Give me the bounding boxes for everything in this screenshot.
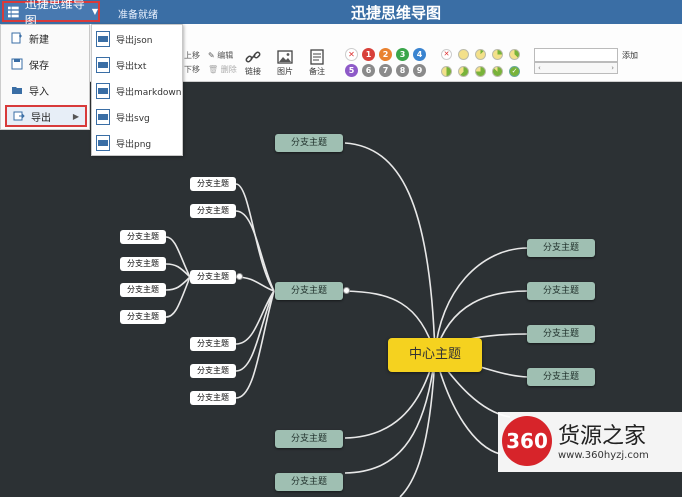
branch-topic[interactable]: 分支主题 xyxy=(527,368,595,386)
file-menu: 新建 保存 导入 导出 ▶ xyxy=(0,24,90,130)
branch-topic[interactable]: 分支主题 xyxy=(275,430,343,448)
trash-icon: 🗑 xyxy=(208,65,219,74)
sub-topic[interactable]: 分支主题 xyxy=(120,230,166,244)
progress-4-icon[interactable] xyxy=(441,66,452,77)
branch-topic[interactable]: 分支主题 xyxy=(527,282,595,300)
export-txt-item[interactable]: 导出txt xyxy=(96,54,182,76)
collapse-toggle[interactable] xyxy=(236,273,243,280)
scroll-left-icon[interactable]: ‹ xyxy=(538,64,541,72)
watermark: 360 货源之家 www.360hyzj.com xyxy=(498,412,682,472)
export-icon xyxy=(13,111,25,121)
export-markdown-item[interactable]: 导出markdown xyxy=(96,80,182,102)
priority-4-icon[interactable]: 4 xyxy=(413,48,426,61)
file-icon xyxy=(96,109,110,125)
sub-topic[interactable]: 分支主题 xyxy=(190,337,236,351)
sub-topic[interactable]: 分支主题 xyxy=(190,364,236,378)
menu-item-label: 新建 xyxy=(29,34,49,46)
progress-1-icon[interactable] xyxy=(475,49,486,60)
export-item-label: 导出png xyxy=(116,139,152,150)
edit-icon: ✎ xyxy=(208,51,215,60)
menu-item-new[interactable]: 新建 xyxy=(5,27,87,49)
watermark-url: www.360hyzj.com xyxy=(558,450,649,461)
image-label: 图片 xyxy=(277,67,293,76)
title-bar: 迅捷思维导图 ▼ 准备就绪 迅捷思维导图 xyxy=(0,0,682,28)
new-file-icon xyxy=(11,32,22,44)
link-label: 链接 xyxy=(245,67,261,76)
chevron-right-icon: ▶ xyxy=(72,111,79,121)
progress-clear-icon[interactable]: ✕ xyxy=(441,49,452,60)
priority-2-icon[interactable]: 2 xyxy=(379,48,392,61)
progress-done-icon[interactable]: ✓ xyxy=(509,66,520,77)
collapse-toggle[interactable] xyxy=(343,287,350,294)
menu-item-label: 导入 xyxy=(29,86,49,98)
priority-1-icon[interactable]: 1 xyxy=(362,48,375,61)
sub-topic[interactable]: 分支主题 xyxy=(190,391,236,405)
note-icon xyxy=(310,49,324,65)
watermark-name: 货源之家 xyxy=(558,424,647,449)
menu-item-import[interactable]: 导入 xyxy=(5,79,87,101)
progress-6-icon[interactable] xyxy=(475,66,486,77)
export-item-label: 导出json xyxy=(116,35,153,46)
priority-8-icon[interactable]: 8 xyxy=(396,64,409,77)
sub-topic[interactable]: 分支主题 xyxy=(190,177,236,191)
export-json-item[interactable]: 导出json xyxy=(96,28,182,50)
center-topic[interactable]: 中心主题 xyxy=(388,338,482,372)
priority-6-icon[interactable]: 6 xyxy=(362,64,375,77)
export-submenu: 导出json 导出txt 导出markdown 导出svg 导出png xyxy=(91,24,183,156)
watermark-logo: 360 xyxy=(502,416,552,466)
file-icon xyxy=(96,83,110,99)
sub-topic[interactable]: 分支主题 xyxy=(120,257,166,271)
export-item-label: 导出svg xyxy=(116,113,150,124)
priority-9-icon[interactable]: 9 xyxy=(413,64,426,77)
menu-item-label: 保存 xyxy=(29,60,49,72)
progress-7-icon[interactable] xyxy=(492,66,503,77)
delete-label: 删除 xyxy=(220,65,237,74)
sub-topic[interactable]: 分支主题 xyxy=(190,204,236,218)
move-down-button[interactable]: 下移 xyxy=(184,64,200,75)
progress-5-icon[interactable] xyxy=(458,66,469,77)
save-icon xyxy=(11,58,23,70)
export-item-label: 导出markdown xyxy=(116,87,182,98)
export-png-item[interactable]: 导出png xyxy=(96,132,182,154)
branch-topic[interactable]: 分支主题 xyxy=(275,282,343,300)
file-icon xyxy=(96,31,110,47)
export-item-label: 导出txt xyxy=(116,61,147,72)
file-icon xyxy=(96,57,110,73)
menu-item-label: 导出 xyxy=(31,112,51,124)
priority-clear-icon[interactable]: ✕ xyxy=(345,48,358,61)
delete-button[interactable]: 🗑 删除 xyxy=(208,64,237,75)
folder-open-icon xyxy=(12,87,22,94)
sub-topic[interactable]: 分支主题 xyxy=(120,310,166,324)
add-resource-button[interactable]: 添加 xyxy=(622,50,638,61)
edit-button[interactable]: ✎ 编辑 xyxy=(208,50,233,61)
branch-topic[interactable]: 分支主题 xyxy=(527,239,595,257)
priority-5-icon[interactable]: 5 xyxy=(345,64,358,77)
file-icon xyxy=(96,135,110,151)
note-button[interactable]: 备注 xyxy=(308,48,326,77)
menu-item-save[interactable]: 保存 xyxy=(5,53,87,75)
priority-3-icon[interactable]: 3 xyxy=(396,48,409,61)
priority-7-icon[interactable]: 7 xyxy=(379,64,392,77)
image-icon xyxy=(277,50,293,64)
menu-item-export[interactable]: 导出 ▶ xyxy=(5,105,87,127)
move-up-button[interactable]: 上移 xyxy=(184,50,200,61)
branch-topic[interactable]: 分支主题 xyxy=(527,325,595,343)
sub-topic[interactable]: 分支主题 xyxy=(190,270,236,284)
export-svg-item[interactable]: 导出svg xyxy=(96,106,182,128)
image-button[interactable]: 图片 xyxy=(276,48,294,77)
sub-topic[interactable]: 分支主题 xyxy=(120,283,166,297)
resource-input[interactable] xyxy=(534,48,618,62)
app-title: 迅捷思维导图 xyxy=(350,4,441,22)
scroll-right-icon[interactable]: › xyxy=(611,64,614,72)
note-label: 备注 xyxy=(309,67,325,76)
progress-3-icon[interactable] xyxy=(509,49,520,60)
link-icon xyxy=(245,51,261,63)
resource-list[interactable]: ‹ › xyxy=(534,62,618,74)
branch-topic[interactable]: 分支主题 xyxy=(275,134,343,152)
link-button[interactable]: 链接 xyxy=(244,48,262,77)
edit-label: 编辑 xyxy=(217,51,234,60)
progress-0-icon[interactable] xyxy=(458,49,469,60)
branch-topic[interactable]: 分支主题 xyxy=(275,473,343,491)
progress-2-icon[interactable] xyxy=(492,49,503,60)
